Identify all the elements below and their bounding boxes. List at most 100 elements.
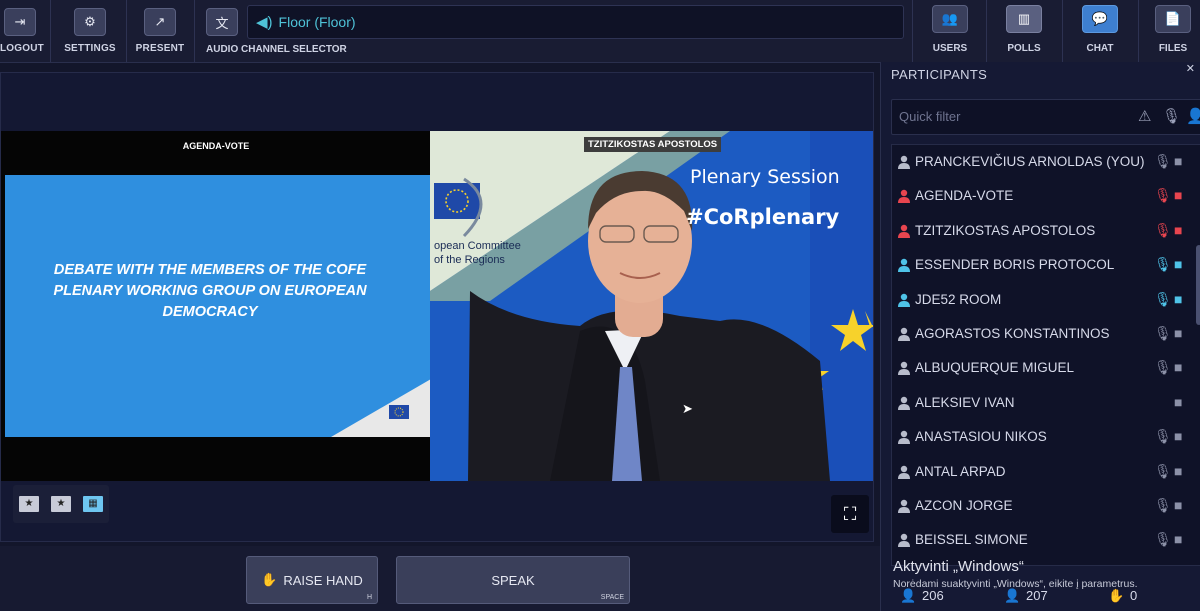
participant-name: PRANCKEVIČIUS ARNOLDAS (YOU) [915, 154, 1145, 169]
microphone-icon[interactable]: 🎙 [1154, 497, 1172, 514]
present-label: PRESENT [135, 43, 185, 54]
quick-filter-input[interactable] [897, 108, 1121, 125]
chat-label: CHAT [1086, 43, 1114, 54]
participant-row[interactable]: TZITZIKOSTAS APOSTOLOS 🎙 ■ [892, 215, 1200, 249]
speak-button[interactable]: SPEAK SPACE [396, 556, 630, 604]
polls-button[interactable]: ▥ POLLS [994, 0, 1054, 62]
camera-icon[interactable]: ■ [1174, 394, 1182, 410]
microphone-icon[interactable]: 🎙 [1154, 256, 1172, 273]
layout-grid-icon[interactable]: ▦ [83, 496, 103, 512]
person-icon [898, 327, 910, 341]
warning-filter-icon[interactable]: ⚠ [1138, 107, 1151, 125]
camera-icon[interactable]: ■ [1174, 222, 1182, 238]
video-tile-speaker[interactable]: opean Committee of the Regions Plenary S… [430, 131, 873, 481]
person-icon [898, 396, 910, 410]
microphone-icon[interactable]: 🎙 [1154, 359, 1172, 376]
person-filter-icon[interactable]: 👤 [1186, 107, 1200, 125]
person-icon [898, 293, 910, 307]
video-tile-agenda-vote[interactable]: AGENDA-VOTE DEBATE WITH THE MEMBERS OF T… [1, 131, 435, 481]
chat-icon: 💬 [1082, 5, 1118, 33]
speaker-icon: ◀) [256, 14, 273, 31]
participant-name: JDE52 ROOM [915, 291, 1002, 307]
participant-row[interactable]: AGORASTOS KONSTANTINOS 🎙 ■ [892, 318, 1200, 352]
participant-row[interactable]: BEISSEL SIMONE 🎙 ■ [892, 524, 1200, 558]
mouse-cursor-icon: ➤ [682, 401, 693, 416]
camera-icon[interactable]: ■ [1174, 428, 1182, 444]
participant-row[interactable]: ALEKSIEV IVAN ■ [892, 387, 1200, 421]
microphone-icon[interactable]: 🎙 [1154, 153, 1172, 170]
camera-icon[interactable]: ■ [1174, 256, 1182, 272]
mic-filter-icon[interactable]: 🎙 [1162, 107, 1181, 125]
person-icon [898, 499, 910, 513]
camera-icon[interactable]: ■ [1174, 187, 1182, 203]
microphone-icon[interactable]: 🎙 [1154, 463, 1172, 480]
layout-controls: ★ ★ ▦ [13, 485, 109, 523]
participant-name: AGORASTOS KONSTANTINOS [915, 326, 1110, 341]
participant-name: ANASTASIOU NIKOS [915, 429, 1047, 445]
chat-button[interactable]: 💬 CHAT [1070, 0, 1130, 62]
attendees-count: 207 [1026, 588, 1048, 603]
presentation-slide: DEBATE WITH THE MEMBERS OF THE COFE PLEN… [5, 175, 431, 437]
raise-hand-shortcut: H [366, 594, 372, 601]
participant-row[interactable]: PRANCKEVIČIUS ARNOLDAS (YOU) 🎙 ■ [892, 146, 1200, 180]
participants-list: PRANCKEVIČIUS ARNOLDAS (YOU) 🎙 ■ AGENDA-VOT… [891, 144, 1200, 566]
fullscreen-icon: ⛶ [843, 504, 857, 524]
close-icon[interactable]: ✕ [1186, 62, 1195, 75]
participant-row[interactable]: AZCON JORGE 🎙 ■ [892, 490, 1200, 524]
participant-name: ALEKSIEV IVAN [915, 394, 1015, 410]
microphone-icon[interactable]: 🎙 [1154, 291, 1172, 308]
camera-icon[interactable]: ■ [1174, 359, 1182, 375]
cor-logo-icon [389, 405, 409, 419]
attendees-count-icon: 👤 [1004, 588, 1021, 603]
audio-channel-select[interactable]: ◀) Floor (Floor) [247, 5, 904, 39]
present-button[interactable]: ↗ PRESENT [134, 0, 186, 62]
video-stage: AGENDA-VOTE DEBATE WITH THE MEMBERS OF T… [0, 72, 874, 542]
files-icon: 📄 [1155, 5, 1191, 33]
settings-label: SETTINGS [64, 43, 116, 54]
microphone-icon[interactable]: 🎙 [1154, 187, 1172, 204]
raise-hand-button[interactable]: ✋ RAISE HAND H [246, 556, 378, 604]
raise-hand-label: RAISE HAND [283, 572, 363, 588]
participant-name: BEISSEL SIMONE [915, 532, 1028, 548]
camera-icon[interactable]: ■ [1174, 153, 1182, 169]
audio-channel-value: Floor (Floor) [278, 14, 356, 30]
participant-name: AGENDA-VOTE [915, 188, 1014, 204]
microphone-icon[interactable]: 🎙 [1154, 325, 1172, 342]
participant-row[interactable]: ALBUQUERQUE MIGUEL 🎙 ■ [892, 352, 1200, 386]
fullscreen-button[interactable]: ⛶ [831, 495, 869, 533]
microphone-icon[interactable]: 🎙 [1154, 531, 1172, 548]
participant-row[interactable]: ANASTASIOU NIKOS 🎙 ■ [892, 421, 1200, 455]
audio-channel-selector-label: AUDIO CHANNEL SELECTOR [206, 44, 347, 55]
participant-row[interactable]: ANTAL ARPAD 🎙 ■ [892, 456, 1200, 490]
participant-row[interactable]: AGENDA-VOTE 🎙 ■ [892, 180, 1200, 214]
layout-speaker-icon[interactable]: ★ [19, 496, 39, 512]
camera-icon[interactable]: ■ [1174, 531, 1182, 547]
top-toolbar: ⇥ LOGOUT ⚙ SETTINGS ↗ PRESENT 文 AUDIO CH… [0, 0, 1200, 63]
present-icon: ↗ [144, 8, 176, 36]
logout-icon: ⇥ [4, 8, 36, 36]
hand-icon: ✋ [261, 572, 278, 587]
camera-icon[interactable]: ■ [1174, 497, 1182, 513]
logout-button[interactable]: ⇥ LOGOUT [0, 0, 44, 62]
participant-row[interactable]: ESSENDER BORIS PROTOCOL 🎙 ■ [892, 249, 1200, 283]
backdrop-org-name: opean Committee of the Regions [434, 240, 521, 266]
users-button[interactable]: 👥 USERS [920, 0, 980, 62]
translate-icon: 文 [206, 8, 238, 36]
microphone-icon[interactable]: 🎙 [1154, 222, 1172, 239]
slide-text: DEBATE WITH THE MEMBERS OF THE COFE PLEN… [53, 262, 367, 320]
raised-hands-count: 0 [1130, 588, 1138, 603]
video-tile-title: AGENDA-VOTE [182, 141, 250, 151]
participants-header: PARTICIPANTS [891, 67, 988, 82]
participant-row[interactable]: JDE52 ROOM 🎙 ■ [892, 284, 1200, 318]
microphone-icon[interactable]: 🎙 [1154, 428, 1172, 445]
camera-icon[interactable]: ■ [1174, 463, 1182, 479]
files-button[interactable]: 📄 FILES [1146, 0, 1200, 62]
layout-focus-icon[interactable]: ★ [51, 496, 71, 512]
activation-title: Aktyvinti „Windows“ [893, 558, 1024, 575]
camera-icon[interactable]: ■ [1174, 325, 1182, 341]
camera-icon[interactable]: ■ [1174, 291, 1182, 307]
settings-button[interactable]: ⚙ SETTINGS [62, 0, 118, 62]
participant-name: ANTAL ARPAD [915, 463, 1006, 479]
person-icon [898, 534, 910, 548]
participants-panel: PARTICIPANTS ✕ ⚠ 🎙 👤 PRANCKEVIČIUS ARNOL… [880, 62, 1200, 611]
